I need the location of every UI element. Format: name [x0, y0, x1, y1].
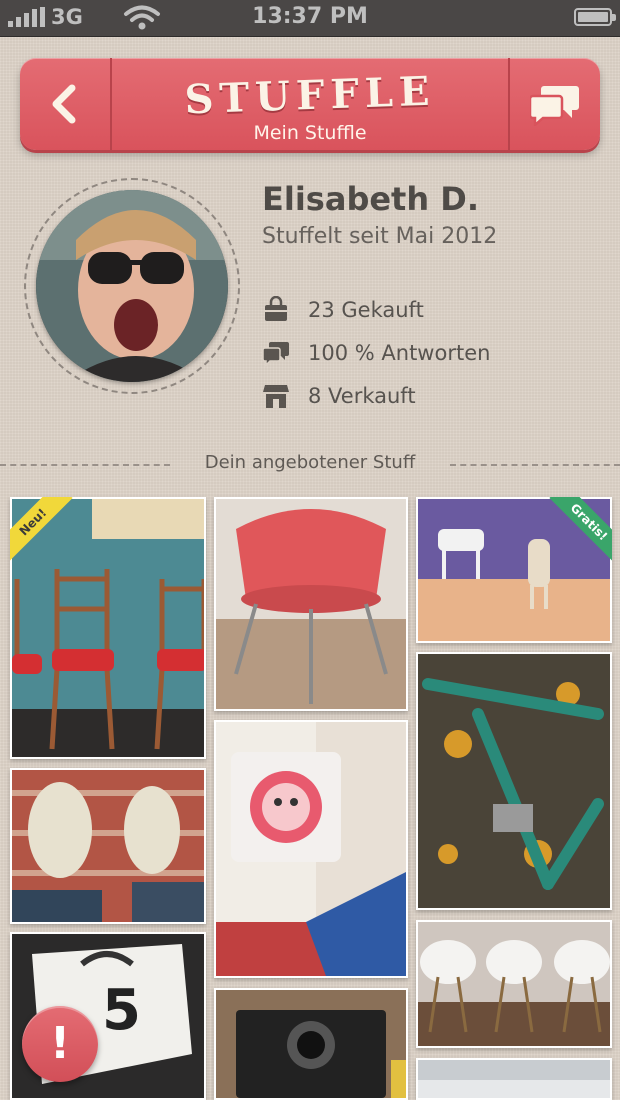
report-button[interactable]: ! [22, 1006, 98, 1082]
store-icon [263, 385, 289, 408]
item-tile-bicycle[interactable] [416, 652, 612, 910]
avatar-photo [36, 190, 228, 382]
avatar[interactable] [36, 190, 228, 382]
back-button[interactable] [20, 58, 112, 150]
messages-button[interactable] [508, 58, 600, 150]
member-since: Stuffelt seit Mai 2012 [262, 224, 498, 249]
stat-bought: 23 Gekauft [262, 296, 424, 324]
item-tile-polaroid[interactable] [214, 988, 408, 1100]
section-title: Dein angebotener Stuff [204, 452, 416, 473]
item-tile-horses[interactable]: Gratis! [416, 497, 612, 643]
item-photo-sun-pillow [216, 722, 406, 976]
item-photo-white-chairs [418, 922, 610, 1046]
item-tile-red-chairs[interactable]: Neu! [10, 497, 206, 759]
item-photo-polaroid [216, 990, 406, 1098]
item-tile-white-shoes[interactable] [10, 768, 206, 924]
app-logo: STUFFLE [183, 67, 437, 124]
chat-bubbles-icon [530, 86, 579, 126]
item-tile-misc[interactable] [416, 1058, 612, 1100]
stat-bought-label: 23 Gekauft [308, 298, 424, 322]
item-tile-sun-pillow[interactable] [214, 720, 408, 978]
section-divider: Dein angebotener Stuff [0, 452, 620, 476]
item-tile-pink-chair[interactable] [214, 497, 408, 711]
stat-replies: 100 % Antworten [262, 339, 490, 367]
page-title: Mein Stuffle [253, 122, 367, 144]
status-bar: 3G 13:37 PM [0, 0, 620, 37]
app-header: STUFFLE Mein Stuffle [20, 58, 600, 150]
svg-text:5: 5 [102, 978, 141, 1043]
stat-sold: 8 Verkauft [262, 382, 416, 410]
item-photo-white-shoes [12, 770, 204, 922]
item-photo-bicycle [418, 654, 610, 908]
chevron-left-icon [52, 84, 76, 124]
user-name: Elisabeth D. [262, 180, 479, 218]
clock: 13:37 PM [252, 4, 368, 29]
item-photo-pink-chair [216, 499, 406, 709]
exclamation-icon: ! [49, 1018, 71, 1069]
item-photo-red-chairs [12, 499, 206, 757]
stat-replies-label: 100 % Antworten [308, 341, 491, 365]
item-tile-white-chairs[interactable] [416, 920, 612, 1048]
stat-sold-label: 8 Verkauft [308, 384, 416, 408]
shopping-bag-icon [265, 296, 287, 321]
item-photo-misc [418, 1060, 610, 1098]
chat-bubbles-icon [262, 342, 289, 367]
battery-icon [574, 8, 616, 26]
